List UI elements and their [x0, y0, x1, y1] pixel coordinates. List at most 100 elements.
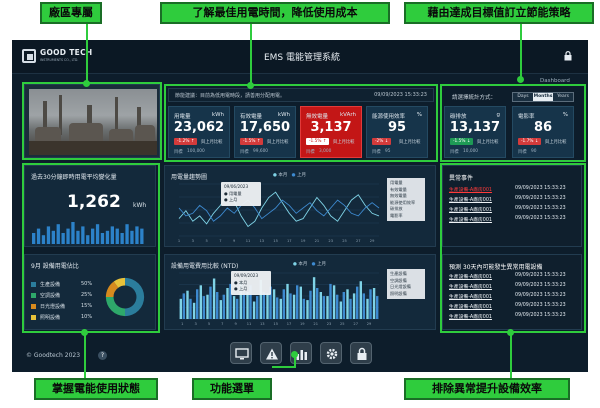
donut-slice [105, 297, 125, 317]
donut-slice [125, 277, 145, 317]
x-tick-label: 15 [273, 322, 278, 326]
cost-bar [329, 283, 332, 319]
x-tick-label: 29 [370, 239, 375, 243]
mode-years-button[interactable]: Years [553, 93, 573, 101]
usage-bar [95, 224, 100, 244]
event-device-link[interactable]: 生產設備-A廠房001 [449, 313, 492, 320]
event-row[interactable]: 生產設備-A廠房001 09/09/2023 15:33:23 [449, 216, 577, 224]
predictions-title: 預測 30天內可能發生異常用電設備 [449, 264, 543, 271]
cost-bar [299, 286, 302, 319]
monitor-button[interactable] [230, 342, 252, 364]
kpi-title: 碳排放 [450, 114, 467, 120]
dashboard-label[interactable]: Dashboard [540, 78, 570, 84]
event-device-link[interactable]: 生產設備-A廠房001 [449, 283, 492, 290]
leader-menu-h [272, 366, 296, 368]
kpi-title: 用電量 [174, 114, 191, 120]
trend-metric-menu[interactable]: 用電量 有效電量 無效電量 能源使用效率 碳排放 電影率 [387, 178, 425, 221]
cost-device-menu[interactable]: 生產設備 空調設備 日光燈設備 照明設備 [387, 269, 425, 299]
leader-dot-targets [517, 76, 524, 83]
event-row[interactable]: 生產設備-A廠房001 09/09/2023 15:33:23 [449, 206, 577, 214]
cost-bar [339, 301, 342, 319]
device-menu-item[interactable]: 照明設備 [390, 291, 422, 298]
logo-mark-icon [22, 49, 36, 63]
kpi-card[interactable]: 電影率% 86 -1.7% ↓ 與上月比較 目標 90 [512, 106, 574, 158]
cost-bar [272, 289, 276, 319]
event-device-link[interactable]: 生產設備-A廠房001 [449, 206, 492, 213]
company-logo: GOOD TECH INSTRUMENTS CO., LTD. [22, 47, 92, 67]
event-device-link[interactable]: 生產設備-A廠房001 [449, 216, 492, 223]
kpi-unit: g [496, 112, 501, 118]
usage-bar [32, 233, 36, 244]
event-device-link[interactable]: 生產設備-A廠房001 [449, 186, 492, 193]
cost-bar [276, 297, 279, 319]
event-row[interactable]: 生產設備-A廠房001 09/09/2023 15:33:23 [449, 303, 577, 311]
lock-button[interactable] [350, 342, 372, 364]
cost-bar [359, 281, 362, 319]
stat-mode-label: 請選擇統計方式： [452, 95, 497, 101]
x-tick-label: 1 [178, 239, 180, 243]
stat-mode-selector: Days Months Years [512, 92, 574, 102]
lock-icon[interactable] [564, 51, 572, 61]
cost-bar [252, 301, 256, 319]
event-row[interactable]: 生產設備-A廠房001 09/09/2023 15:33:23 [449, 186, 577, 194]
recent-usage-value: 1,262 [67, 192, 121, 212]
mode-days-button[interactable]: Days [513, 93, 533, 101]
kpi-compare-label: 與上月比較 [545, 140, 567, 145]
x-tick-label: 17 [287, 322, 292, 326]
kpi-card[interactable]: 無效電量 kVArh 3,137 -1.5% ↑ 與上月比較 目標 3,000 [300, 106, 362, 158]
x-tick-label: 7 [219, 239, 221, 243]
x-tick-label: 7 [221, 322, 223, 326]
leader-best-time [250, 24, 252, 86]
legend-swatch [31, 293, 36, 298]
legend-swatch [31, 304, 36, 309]
monitor-icon [235, 348, 249, 360]
kpi-card[interactable]: 碳排放 g 13,137 -1.5% ↓ 與上月比較 目標 10,000 [444, 106, 506, 158]
event-device-link[interactable]: 生產設備-A廠房001 [449, 293, 492, 300]
kpi-compare-label: 與上月比較 [201, 140, 223, 145]
cost-bar [242, 290, 245, 319]
alerts-button[interactable] [260, 342, 282, 364]
cost-bar [236, 298, 239, 319]
kpi-value: 17,650 [239, 120, 291, 135]
trend-tooltip: 09/06/2023 ● 用電量 ● 上月 [221, 182, 261, 206]
cost-bar [286, 283, 289, 319]
cost-bar [199, 285, 202, 319]
kpi-card[interactable]: 能源使用效率% 95 -2% ↓ 與上月比較 目標 95 [366, 106, 428, 158]
event-device-link[interactable]: 生產設備-A廠房001 [449, 273, 492, 280]
cost-bar [346, 289, 349, 319]
event-device-link[interactable]: 生產設備-A廠房001 [449, 196, 492, 203]
energy-saving-tip: 節能建議：目前為低用電時段，請善用分配用電。 [175, 93, 286, 99]
event-row[interactable]: 生產設備-A廠房001 09/09/2023 15:33:23 [449, 313, 577, 321]
kpi-target-value: 3,000 [319, 149, 332, 154]
kpi-change-badge: -1.5% ↑ [240, 138, 264, 145]
cost-bar [226, 288, 229, 319]
leader-targets [520, 24, 522, 78]
settings-button[interactable] [320, 342, 342, 364]
cost-bar [262, 292, 265, 319]
help-icon[interactable]: ? [98, 351, 107, 360]
app-title: EMS 電能管理系統 [263, 53, 341, 63]
mode-months-button[interactable]: Months [533, 93, 553, 101]
cost-bar [302, 298, 305, 319]
event-row[interactable]: 生產設備-A廠房001 09/09/2023 15:33:23 [449, 196, 577, 204]
leader-factory [86, 24, 88, 84]
usage-bar [130, 230, 134, 244]
event-device-link[interactable]: 生產設備-A廠房001 [449, 303, 492, 310]
event-row[interactable]: 生產設備-A廠房001 09/09/2023 15:33:23 [449, 283, 577, 291]
kpi-card[interactable]: 有效電量 kWh 17,650 -1.5% ↑ 與上月比較 目標 99,600 [234, 106, 296, 158]
kpi-target-value: 10,000 [463, 149, 479, 154]
kpi-card[interactable]: 用電量 kWh 23,062 -1.2% ↑ 與上月比較 目標 100,000 [168, 106, 230, 158]
x-tick-label: 25 [340, 322, 345, 326]
kpi-value: 86 [533, 120, 553, 135]
x-tick-label: 21 [315, 239, 320, 243]
event-row[interactable]: 生產設備-A廠房001 09/09/2023 15:33:23 [449, 293, 577, 301]
legend-name: 日光燈設備 [40, 304, 66, 310]
usage-bar [120, 233, 124, 244]
usage-bar [125, 224, 129, 244]
metric-menu-item[interactable]: 電影率 [390, 213, 422, 220]
event-row[interactable]: 生產設備-A廠房001 09/09/2023 15:33:23 [449, 273, 577, 281]
kpi-title: 有效電量 [240, 114, 263, 120]
cost-bar [196, 289, 199, 319]
app-header: GOOD TECH INSTRUMENTS CO., LTD. EMS 電能管理… [12, 40, 588, 74]
usage-bar [66, 228, 70, 244]
